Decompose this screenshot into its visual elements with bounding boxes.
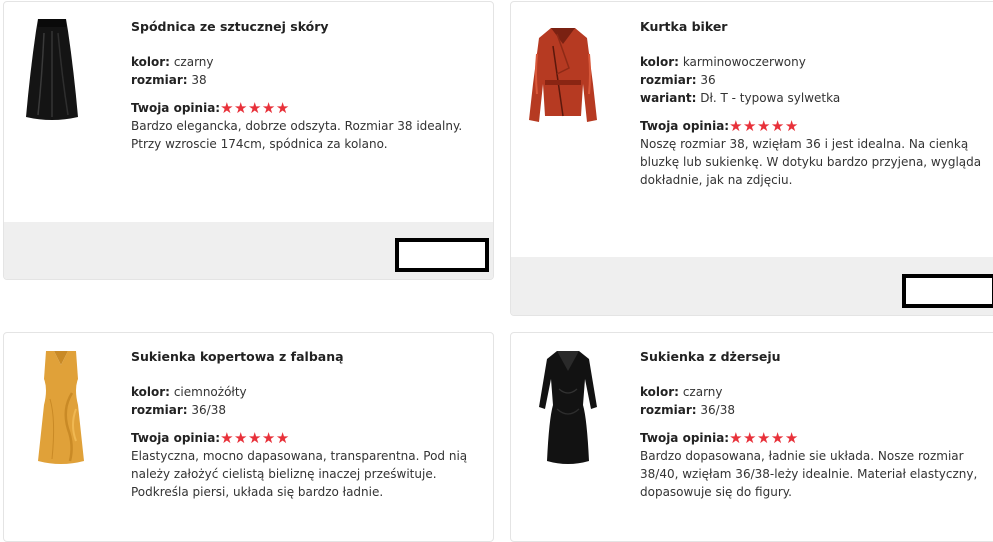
star-rating-icon: ★★★★★ [729,429,799,447]
product-title[interactable]: Sukienka z dżerseju [640,348,993,366]
review-text: Bardzo elegancka, dobrze odszyta. Rozmia… [131,119,463,151]
star-rating-icon: ★★★★★ [729,117,799,135]
review-text: Elastyczna, mocno dapasowana, transparen… [131,449,468,499]
size-attribute: rozmiar: 36/38 [640,403,735,417]
size-attribute: rozmiar: 36/38 [131,403,226,417]
product-title[interactable]: Spódnica ze sztucznej skóry [131,18,491,36]
color-attribute: kolor: czarny [640,385,723,399]
review-action-button[interactable] [902,274,993,308]
red-biker-jacket-icon[interactable] [527,24,599,128]
review-text: Noszę rozmiar 38, wzięłam 36 i jest idea… [640,137,982,187]
review-card: Sukienka kopertowa z falbaną kolor: ciem… [3,332,494,542]
variant-attribute: wariant: Dł. T - typowa sylwetka [640,91,841,105]
product-info: Sukienka z dżerseju kolor: czarny rozmia… [640,348,993,501]
product-info: Spódnica ze sztucznej skóry kolor: czarn… [131,18,491,153]
review-card: Spódnica ze sztucznej skóry kolor: czarn… [3,1,494,280]
rating-row: Twoja opinia:★★★★★ [640,429,799,447]
size-attribute: rozmiar: 36 [640,73,716,87]
size-attribute: rozmiar: 38 [131,73,207,87]
review-action-button[interactable] [395,238,489,272]
review-text: Bardzo dopasowana, ładnie sie układa. No… [640,449,978,499]
product-title[interactable]: Kurtka biker [640,18,993,36]
rating-row: Twoja opinia:★★★★★ [131,99,290,117]
product-info: Kurtka biker kolor: karminowoczerwony ro… [640,18,993,189]
black-jersey-dress-icon[interactable] [537,349,599,467]
product-title[interactable]: Sukienka kopertowa z falbaną [131,348,491,366]
star-rating-icon: ★★★★★ [220,429,290,447]
product-info: Sukienka kopertowa z falbaną kolor: ciem… [131,348,491,501]
rating-row: Twoja opinia:★★★★★ [131,429,290,447]
star-rating-icon: ★★★★★ [220,99,290,117]
color-attribute: kolor: ciemnożółty [131,385,247,399]
review-card: Sukienka z dżerseju kolor: czarny rozmia… [510,332,993,542]
review-card: Kurtka biker kolor: karminowoczerwony ro… [510,1,993,316]
yellow-wrap-dress-icon[interactable] [36,349,86,467]
rating-row: Twoja opinia:★★★★★ [640,117,799,135]
black-leather-skirt-icon[interactable] [24,17,80,122]
color-attribute: kolor: czarny [131,55,214,69]
color-attribute: kolor: karminowoczerwony [640,55,806,69]
